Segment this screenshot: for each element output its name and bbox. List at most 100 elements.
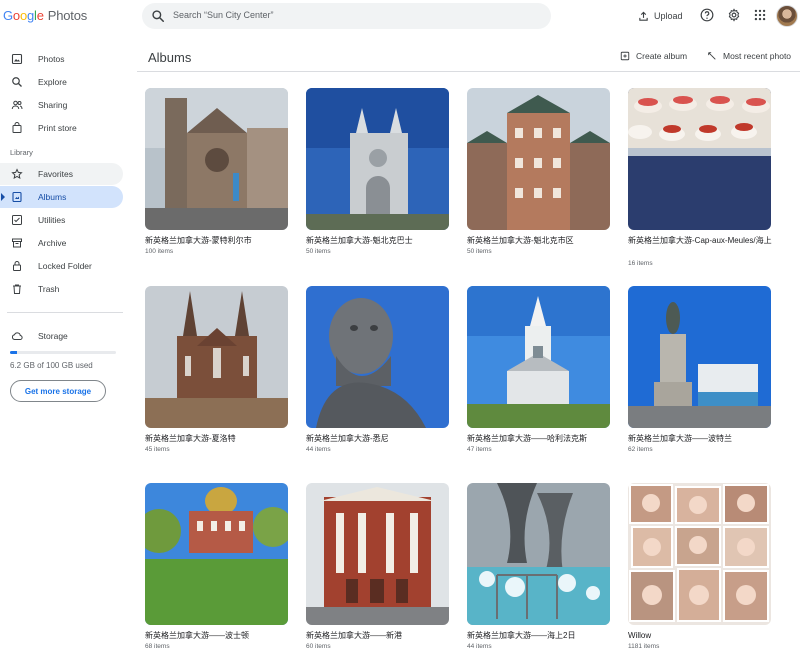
album-item-count: 60 items [306, 643, 331, 650]
album-title: Willow [628, 631, 652, 640]
album-item-count: 50 items [467, 248, 492, 255]
fountain-photo [467, 483, 610, 625]
sidebar-item-label: Explore [38, 77, 67, 87]
church-photo [145, 88, 288, 230]
upload-icon [639, 11, 648, 21]
album-thumbnail[interactable] [306, 88, 449, 230]
sort-icon [708, 52, 716, 60]
brick-building-photo [306, 483, 449, 625]
sidebar: Photos Explore Sharing Print store Libra… [0, 34, 130, 650]
sidebar-item-label: Trash [38, 284, 60, 294]
album-item-count: 44 items [306, 446, 331, 453]
sidebar-item-label: Locked Folder [38, 261, 92, 271]
album-thumbnail[interactable] [467, 483, 610, 625]
trash-icon [13, 284, 21, 294]
album-item-count: 45 items [145, 446, 170, 453]
help-icon[interactable] [700, 8, 714, 22]
star-icon [11, 168, 23, 179]
album-item-count: 16 items [628, 260, 653, 267]
sort-button[interactable]: Most recent photo [707, 51, 791, 61]
print-store-icon [12, 122, 22, 133]
album-item-count: 100 items [145, 248, 174, 255]
sidebar-item-label: Storage [38, 331, 68, 341]
album-title: 新英格兰加拿大游-魁北克巴士 [306, 236, 413, 245]
utilities-icon [12, 215, 22, 225]
sidebar-item-trash[interactable]: Trash [0, 278, 123, 300]
title-divider [137, 71, 800, 72]
album-thumbnail[interactable] [628, 483, 771, 625]
chateau-photo [467, 88, 610, 230]
sidebar-item-utilities[interactable]: Utilities [0, 209, 123, 231]
upload-button[interactable]: Upload [638, 7, 683, 25]
sidebar-item-albums[interactable]: Albums [0, 186, 123, 208]
logo-google-word: Google [3, 8, 44, 23]
monument-photo [628, 286, 771, 428]
sidebar-item-sharing[interactable]: Sharing [0, 94, 123, 116]
album-thumbnail[interactable] [306, 483, 449, 625]
album-thumbnail[interactable] [145, 483, 288, 625]
sidebar-item-label: Sharing [38, 100, 68, 110]
sidebar-item-photos[interactable]: Photos [0, 48, 123, 70]
album-title: 新英格兰加拿大游-魁北克市区 [467, 236, 574, 245]
album-title: 新英格兰加拿大游——海上2日 [467, 631, 576, 640]
pastry-case-photo [628, 88, 771, 230]
sidebar-item-favorites[interactable]: Favorites [0, 163, 123, 185]
album-thumbnail[interactable] [145, 88, 288, 230]
expand-caret-icon[interactable] [1, 193, 5, 201]
page-title: Albums [148, 50, 192, 65]
album-title: 新英格兰加拿大游——新港 [306, 631, 402, 640]
album-thumbnail[interactable] [306, 286, 449, 428]
album-thumbnail[interactable] [628, 286, 771, 428]
album-title: 新英格兰加拿大游-夏洛特 [145, 434, 236, 443]
cathedral-photo [145, 286, 288, 428]
sidebar-item-explore[interactable]: Explore [0, 71, 123, 93]
explore-icon [12, 77, 22, 87]
create-album-label: Create album [636, 51, 688, 61]
basilica-photo [306, 88, 449, 230]
baby-collage-photo [628, 483, 771, 625]
album-item-count: 47 items [467, 446, 492, 453]
album-title: 新英格兰加拿大游-Cap-aux-Meules/海上 [628, 236, 772, 245]
settings-icon[interactable] [727, 8, 741, 22]
storage-progress-bar [10, 351, 116, 354]
sidebar-item-print-store[interactable]: Print store [0, 117, 123, 139]
sidebar-item-storage[interactable]: Storage [0, 325, 123, 347]
sharing-icon [11, 100, 23, 110]
create-album-button[interactable]: Create album [620, 51, 687, 61]
archive-icon [12, 238, 22, 248]
account-avatar[interactable] [776, 5, 798, 27]
album-thumbnail[interactable] [467, 88, 610, 230]
statue-photo [306, 286, 449, 428]
storage-progress-fill [10, 351, 17, 354]
state-house-photo [145, 483, 288, 625]
search-bar[interactable]: Search “Sun City Center” [142, 3, 551, 29]
album-title: 新英格兰加拿大游-蒙特利尔市 [145, 236, 252, 245]
album-title: 新英格兰加拿大游——波士顿 [145, 631, 249, 640]
album-item-count: 50 items [306, 248, 331, 255]
album-thumbnail[interactable] [628, 88, 771, 230]
sidebar-item-label: Favorites [38, 169, 73, 179]
album-item-count: 68 items [145, 643, 170, 650]
sidebar-item-label: Archive [38, 238, 67, 248]
albums-icon [12, 191, 22, 203]
sidebar-item-archive[interactable]: Archive [0, 232, 123, 254]
sidebar-item-label: Print store [38, 123, 77, 133]
album-item-count: 62 items [628, 446, 653, 453]
search-input[interactable]: Search “Sun City Center” [173, 10, 274, 20]
library-section-label: Library [10, 148, 33, 157]
top-bar: Google Photos Search “Sun City Center” Up… [0, 0, 800, 34]
sidebar-divider [7, 312, 123, 313]
apps-grid-icon[interactable] [753, 8, 767, 22]
white-church-photo [467, 286, 610, 428]
photos-icon [11, 53, 23, 65]
get-more-storage-button[interactable]: Get more storage [10, 380, 106, 402]
lock-icon [13, 261, 21, 271]
sidebar-item-label: Photos [38, 54, 65, 64]
sidebar-item-locked-folder[interactable]: Locked Folder [0, 255, 123, 277]
google-photos-logo[interactable]: Google Photos [3, 8, 87, 23]
sidebar-item-label: Utilities [38, 215, 66, 225]
album-thumbnail[interactable] [467, 286, 610, 428]
album-item-count: 44 items [467, 643, 492, 650]
search-icon [152, 10, 165, 23]
album-thumbnail[interactable] [145, 286, 288, 428]
